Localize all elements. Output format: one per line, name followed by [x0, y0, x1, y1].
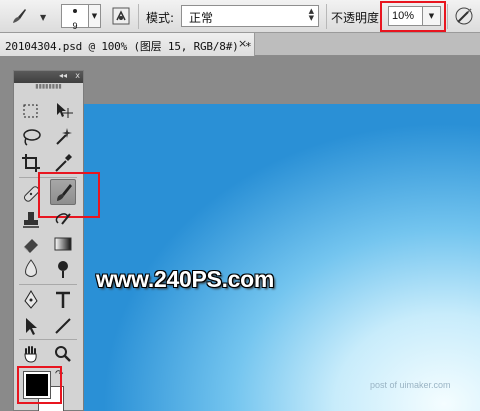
panel-grip-icon[interactable]: ▮▮▮▮▮▮▮▮ [14, 83, 83, 91]
type-t-icon [56, 291, 70, 308]
brush-size-picker[interactable]: 9 [61, 4, 89, 31]
stamp-icon [23, 212, 39, 228]
separator [326, 4, 327, 29]
brush-tip-preview-icon [73, 9, 77, 13]
gradient-icon [54, 237, 72, 251]
separator [138, 4, 139, 29]
blur-tool[interactable] [18, 256, 44, 282]
type-tool[interactable] [50, 287, 76, 313]
brush-size-value: 9 [72, 21, 78, 31]
opacity-label: 不透明度: [331, 11, 384, 25]
separator [447, 4, 448, 29]
hand-tool[interactable] [18, 341, 44, 367]
document-tab[interactable]: 20104304.psd @ 100% (图层 15, RGB/8#) * × [0, 33, 255, 56]
close-icon[interactable]: x [75, 71, 80, 80]
mode-label: 模式: [146, 11, 175, 25]
document-title: 20104304.psd @ 100% (图层 15, RGB/8#) * [5, 40, 252, 53]
brush-panel-toggle-icon[interactable] [112, 7, 130, 25]
blend-mode-select[interactable]: 正常 ▲ ▼ [181, 5, 319, 27]
eraser-icon [23, 239, 38, 253]
marquee-tool[interactable] [18, 98, 44, 124]
dodge-icon [58, 261, 68, 278]
magic-wand-icon [56, 128, 72, 145]
history-brush-icon [55, 213, 71, 225]
close-tab-icon[interactable]: × [238, 37, 247, 50]
zoom-tool[interactable] [50, 341, 76, 367]
tool-preset-dropdown-icon[interactable]: ▼ [40, 13, 46, 22]
blur-drop-icon [25, 259, 37, 277]
rect-marquee-icon [23, 104, 38, 118]
pen-tool[interactable] [18, 287, 44, 313]
document-tab-bar: 20104304.psd @ 100% (图层 15, RGB/8#) * × [0, 33, 480, 56]
move-icon [57, 103, 73, 118]
blend-mode-value: 正常 [189, 11, 214, 25]
magic-wand-tool[interactable] [50, 124, 76, 150]
watermark-text: www.240PS.com [96, 266, 275, 292]
path-selection-tool[interactable] [18, 313, 44, 339]
eraser-tool[interactable] [18, 231, 44, 257]
brush-picker-dropdown-icon[interactable]: ▼ [89, 4, 101, 28]
clone-stamp-tool[interactable] [18, 207, 44, 233]
lasso-tool[interactable] [18, 124, 44, 150]
document-canvas[interactable] [84, 104, 480, 411]
divider [19, 284, 77, 285]
gradient-tool[interactable] [50, 231, 76, 257]
tools-panel-header[interactable]: ◂◂ x [14, 71, 83, 83]
magnifier-icon [55, 346, 71, 362]
hand-icon [24, 346, 37, 363]
line-tool[interactable] [50, 313, 76, 339]
pen-nib-icon [24, 290, 38, 309]
foreground-color-highlight-box [17, 366, 62, 404]
credit-text: post of uimaker.com [370, 380, 451, 390]
select-arrows-icon: ▲ ▼ [308, 7, 314, 22]
move-tool[interactable] [50, 98, 76, 124]
history-brush-tool[interactable] [50, 207, 76, 233]
opacity-highlight-box [380, 1, 446, 32]
arrow-pointer-icon [26, 318, 37, 335]
dodge-tool[interactable] [50, 256, 76, 282]
airbrush-toggle-icon[interactable] [454, 6, 474, 26]
brush-tool-preset-icon[interactable] [10, 7, 28, 25]
lasso-icon [23, 129, 41, 146]
collapse-icon[interactable]: ◂◂ [59, 71, 67, 80]
line-icon [55, 318, 71, 334]
options-bar: ▼ 9 ▼ 模式: 正常 ▲ ▼ 不透明度: 10% ▼ [0, 0, 480, 33]
divider [19, 339, 77, 340]
